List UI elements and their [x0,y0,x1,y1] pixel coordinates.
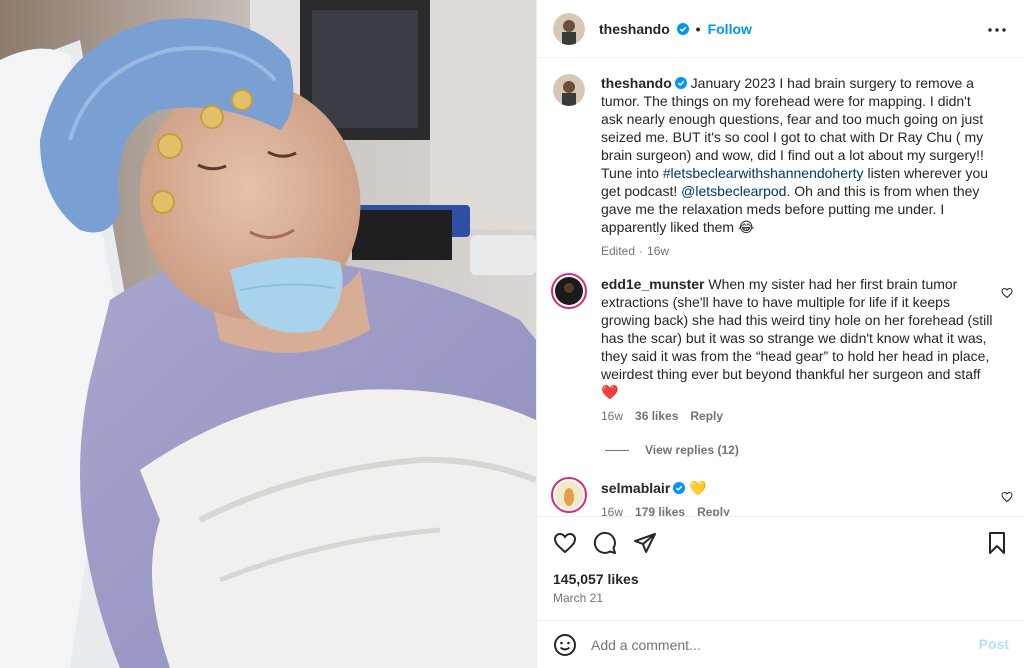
patient-in-hospital-bed-image [0,0,536,668]
post-photo[interactable] [0,0,536,668]
meta-separator: · [639,244,644,258]
comment-icon[interactable] [593,531,617,555]
comment-meta: 16w 179 likes Reply [601,505,993,516]
post-comment-button[interactable]: Post [979,636,1009,652]
caption-username[interactable]: theshando [601,75,672,91]
comment-item: selmablair 💛 16w 179 likes Reply [551,477,993,516]
comment-like-heart-icon[interactable] [1001,491,1013,503]
comment-body: 💛 [685,480,707,496]
comments-section[interactable]: theshando January 2023 I had brain surge… [537,58,1024,516]
post-date[interactable]: March 21 [553,591,603,605]
author-username-text[interactable]: theshando [599,21,670,37]
view-replies-label[interactable]: View replies (12) [645,443,739,457]
bookmark-icon[interactable] [985,531,1009,555]
post-header: theshando • Follow [537,0,1024,58]
comment-username[interactable]: edd1e_munster [601,276,704,292]
comment-time[interactable]: 16w [601,505,623,516]
caption: theshando January 2023 I had brain surge… [553,74,993,258]
instagram-post: theshando • Follow theshando January 202… [0,0,1024,668]
emoji-icon[interactable] [553,633,577,657]
comment-likes[interactable]: 179 likes [635,505,685,516]
edited-time[interactable]: 16w [647,244,669,258]
edited-label: Edited [601,244,636,258]
share-icon[interactable] [633,531,657,555]
verified-badge-icon [673,482,686,494]
comment-composer: Post [537,620,1024,668]
comment-time[interactable]: 16w [601,409,623,423]
reply-button[interactable]: Reply [690,409,723,423]
comment-meta: 16w 36 likes Reply [601,409,993,423]
caption-author-avatar[interactable] [553,74,585,106]
verified-badge-icon [676,22,689,35]
comment-username[interactable]: selmablair [601,480,670,496]
verified-badge-icon [674,77,687,89]
comment-likes[interactable]: 36 likes [635,409,678,423]
comment-text: selmablair 💛 [601,479,993,497]
author-username[interactable]: theshando [599,21,689,37]
separator-dot: • [695,20,701,37]
replies-divider-line [605,449,629,451]
heart-icon[interactable] [553,531,577,555]
follow-button[interactable]: Follow [708,21,752,37]
post-details-panel: theshando • Follow theshando January 202… [536,0,1024,668]
hashtag-link[interactable]: #letsbeclearwithshannendoherty [663,165,864,181]
post-actions-bar: 145,057 likes March 21 [537,516,1024,620]
comment-like-heart-icon[interactable] [1001,287,1013,299]
view-replies-button[interactable]: View replies (12) [605,443,739,457]
commenter-avatar[interactable] [551,273,587,309]
caption-meta: Edited · 16w [601,244,993,258]
commenter-avatar[interactable] [551,477,587,513]
author-avatar[interactable] [553,12,585,45]
more-horizontal-icon[interactable] [985,18,1009,42]
comment-body: When my sister had her first brain tumor… [601,276,993,400]
comment-input[interactable] [591,636,961,653]
comment-item: edd1e_munster When my sister had her fir… [551,273,993,423]
reply-button[interactable]: Reply [697,505,730,516]
comment-text: edd1e_munster When my sister had her fir… [601,275,993,401]
likes-count[interactable]: 145,057 likes [553,571,639,587]
mention-link[interactable]: @letsbeclearpod [681,183,786,199]
caption-text: theshando January 2023 I had brain surge… [601,74,993,236]
